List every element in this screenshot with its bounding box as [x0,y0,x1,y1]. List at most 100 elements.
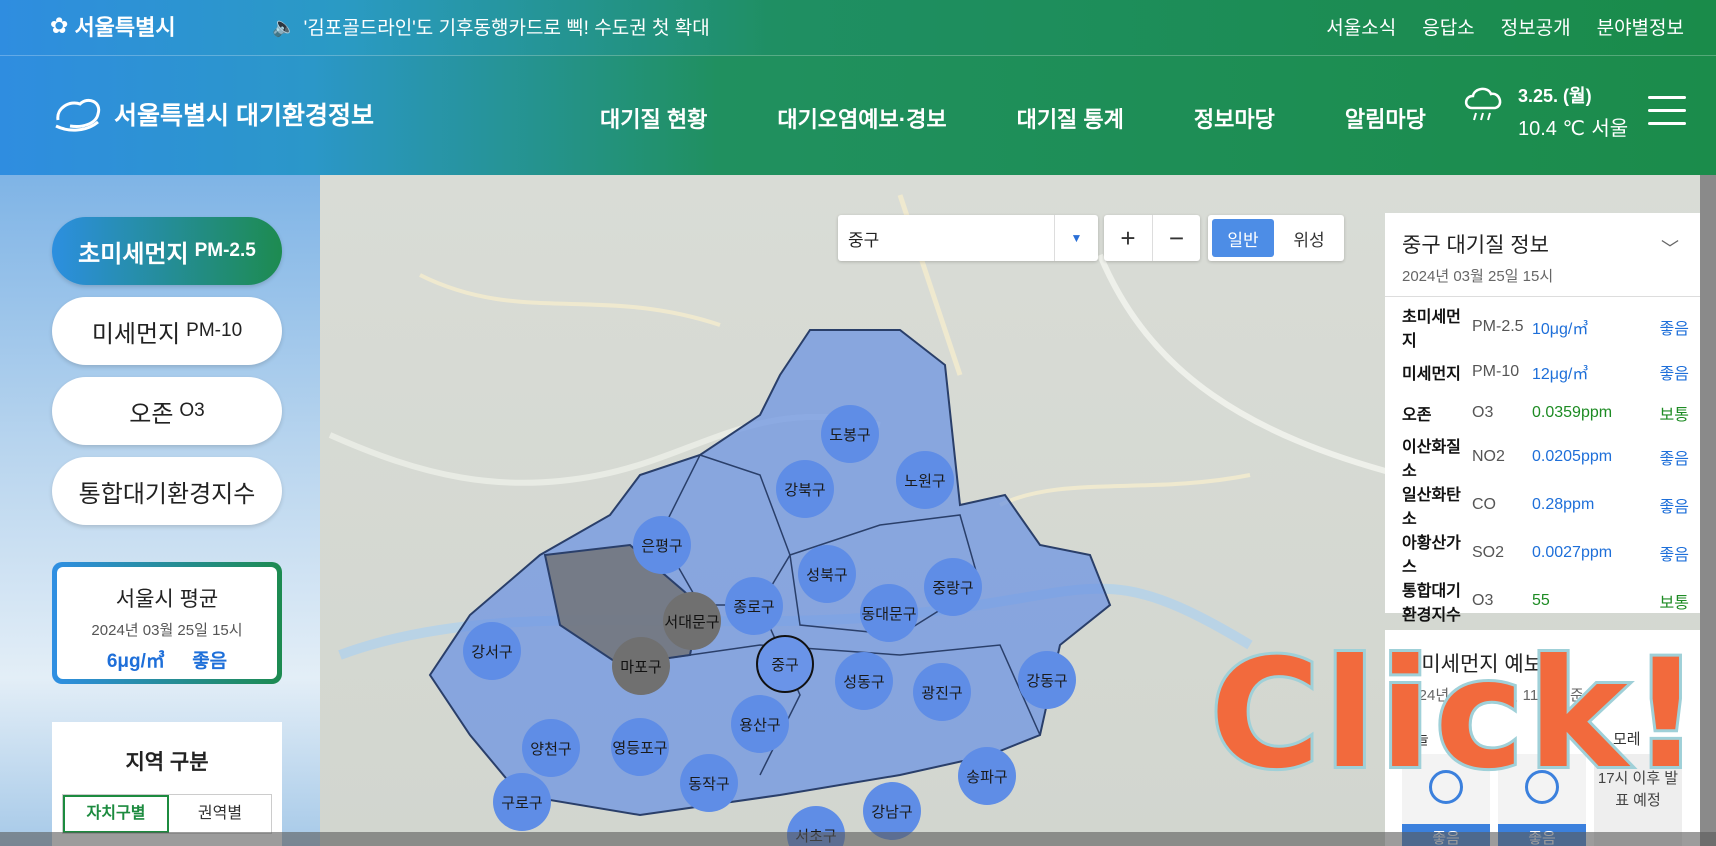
tab-pm10-label: 미세먼지 [91,320,181,348]
seoul-average-value-line: 6μg/㎥ 좋음 [57,646,277,673]
tab-ozone-sub: O3 [179,400,205,421]
cloud-rain-icon [1464,87,1502,121]
forecast-col-today: 늘 [1415,731,1429,748]
district-dongjak[interactable]: 동작구 [680,754,738,812]
district-select[interactable]: 중구 ▼ [838,215,1098,261]
tab-by-district[interactable]: 자치구별 [63,795,169,833]
district-dobong[interactable]: 도봉구 [821,405,879,463]
region-tabs: 자치구별 권역별 [62,794,272,834]
district-guro[interactable]: 구로구 [493,773,551,831]
map-type-satellite[interactable]: 위성 [1278,219,1340,257]
district-seongbuk[interactable]: 성북구 [798,545,856,603]
zoom-in-button[interactable]: + [1104,215,1152,261]
tab-cai[interactable]: 통합대기환경지수 [52,457,282,525]
speaker-icon: 🔈 [272,16,296,38]
pollutant-name: 이산화질소 [1402,439,1461,480]
pollutant-value: 55 [1532,592,1550,609]
nav-forecast-alert[interactable]: 대기오염예보·경보 [777,102,946,134]
weather-date: 3.25. (월) [1518,86,1592,106]
tab-by-zone[interactable]: 권역별 [169,795,271,833]
top-links: 서울소식 응답소 정보공개 분야별정보 [1326,13,1684,40]
pollutant-name: 아황산가스 [1402,535,1461,576]
pollutant-value: 12μg/㎥ [1532,365,1589,383]
district-gangseo[interactable]: 강서구 [463,622,521,680]
zoom-controls: + − [1104,215,1200,261]
air-quality-info-panel: 중구 대기질 정보 2024년 03월 25일 15시 ﹀ 초미세먼지 PM-2… [1385,213,1701,624]
district-gangbuk[interactable]: 강북구 [776,460,834,518]
pollutant-symbol: O3 [1472,592,1494,609]
brand-title: 서울특별시 대기환경정보 [114,102,374,130]
smile-face-icon [1429,770,1463,804]
forecast-panel: 초미세먼지 예보 2024년 03월 25일 11시 기준 ﹀ 늘 모레 좋음 … [1385,630,1701,846]
top-link-news[interactable]: 서울소식 [1326,13,1396,40]
pollutant-grade: 좋음 [1659,499,1689,516]
tab-ozone-label: 오존 [129,400,174,428]
district-gangdong[interactable]: 강동구 [1018,651,1076,709]
weather-temp-line: 10.4 ℃ 서울 [1518,112,1628,141]
pollutant-grade: 좋음 [1659,547,1689,564]
chevron-down-icon[interactable]: ﹀ [1661,235,1679,261]
top-link-response[interactable]: 응답소 [1422,13,1474,40]
weather-widget: 3.25. (월) 10.4 ℃ 서울 [1462,82,1628,141]
pollutant-name: 일산화탄소 [1402,487,1461,528]
district-mapo[interactable]: 마포구 [612,637,670,695]
top-link-fields[interactable]: 분야별정보 [1597,13,1684,40]
district-seodaemun[interactable]: 서대문구 [663,592,721,650]
notice-text: '김포골드라인'도 기후동행카드로 삑! 수도권 첫 확대 [303,18,710,39]
district-gwangjin[interactable]: 광진구 [913,663,971,721]
nav-statistics[interactable]: 대기질 통계 [1017,102,1124,134]
pollutant-table: 초미세먼지 PM-2.5 10μg/㎥ 좋음 미세먼지 PM-10 12μg/㎥… [1385,303,1701,625]
pollutant-grade: 보통 [1659,595,1689,612]
table-row: 일산화탄소 CO 0.28ppm 좋음 [1385,481,1701,529]
info-header[interactable]: 중구 대기질 정보 2024년 03월 25일 15시 ﹀ [1385,213,1701,297]
pollutant-symbol: SO2 [1472,544,1505,561]
chevron-down-icon[interactable]: ﹀ [1661,652,1679,678]
seoul-average-card: 서울시 평균 2024년 03월 25일 15시 6μg/㎥ 좋음 [52,562,282,684]
site-brand[interactable]: 서울특별시 대기환경정보 [52,94,374,134]
table-row: 오존 O3 0.0359ppm 보통 [1385,392,1701,433]
district-seongdong[interactable]: 성동구 [835,652,893,710]
district-yongsan[interactable]: 용산구 [731,695,789,753]
scrollbar[interactable] [1700,175,1716,846]
info-title: 중구 대기질 정보 [1402,234,1549,257]
brand-logo-icon [55,98,101,132]
district-yeongdeungpo[interactable]: 영등포구 [611,718,669,776]
pollutant-value: 0.0027ppm [1532,544,1613,561]
notice[interactable]: 🔈 '김포골드라인'도 기후동행카드로 삑! 수도권 첫 확대 [272,13,710,40]
district-jung[interactable]: 중구 [756,635,814,693]
top-link-disclosure[interactable]: 정보공개 [1501,13,1571,40]
seoul-average-date: 2024년 03월 25일 15시 [91,622,243,639]
district-jungnang[interactable]: 중랑구 [924,558,982,616]
pollutant-value: 10μg/㎥ [1532,321,1589,338]
table-row: 미세먼지 PM-10 12μg/㎥ 좋음 [1385,351,1701,392]
menu-icon[interactable] [1648,96,1686,126]
smile-face-icon [1525,770,1559,804]
nav-info[interactable]: 정보마당 [1194,102,1275,134]
zoom-out-button[interactable]: − [1152,215,1200,261]
nav-notice[interactable]: 알림마당 [1345,102,1426,134]
map-type-normal[interactable]: 일반 [1212,219,1274,257]
tab-ozone[interactable]: 오존 O3 [52,377,282,445]
map-type-toggle: 일반 위성 [1208,215,1344,261]
chevron-down-icon: ▼ [1054,215,1098,261]
pollutant-symbol: PM-10 [1472,362,1520,380]
tab-pm25[interactable]: 초미세먼지 PM-2.5 [52,217,282,285]
district-eunpyeong[interactable]: 은평구 [633,516,691,574]
region-panel: 지역 구분 자치구별 권역별 [52,722,282,846]
district-nowon[interactable]: 노원구 [896,451,954,509]
tab-pm10[interactable]: 미세먼지 PM-10 [52,297,282,365]
pollutant-symbol: NO2 [1472,448,1505,465]
table-row: 초미세먼지 PM-2.5 10μg/㎥ 좋음 [1385,303,1701,351]
nav-air-status[interactable]: 대기질 현황 [600,102,707,134]
pollutant-name: 미세먼지 [1402,365,1461,383]
pollutant-grade: 좋음 [1659,321,1689,338]
district-songpa[interactable]: 송파구 [958,747,1016,805]
pollutant-symbol: O3 [1472,403,1494,421]
table-row: 아황산가스 SO2 0.0027ppm 좋음 [1385,529,1701,577]
district-dongdaemun[interactable]: 동대문구 [860,584,918,642]
district-yangcheon[interactable]: 양천구 [522,719,580,777]
district-jongno[interactable]: 종로구 [725,577,783,635]
seoul-logo[interactable]: ✿ 서울특별시 [50,10,176,42]
main-nav: 대기질 현황 대기오염예보·경보 대기질 통계 정보마당 알림마당 [600,102,1426,134]
weather-city: 서울 [1591,118,1629,140]
